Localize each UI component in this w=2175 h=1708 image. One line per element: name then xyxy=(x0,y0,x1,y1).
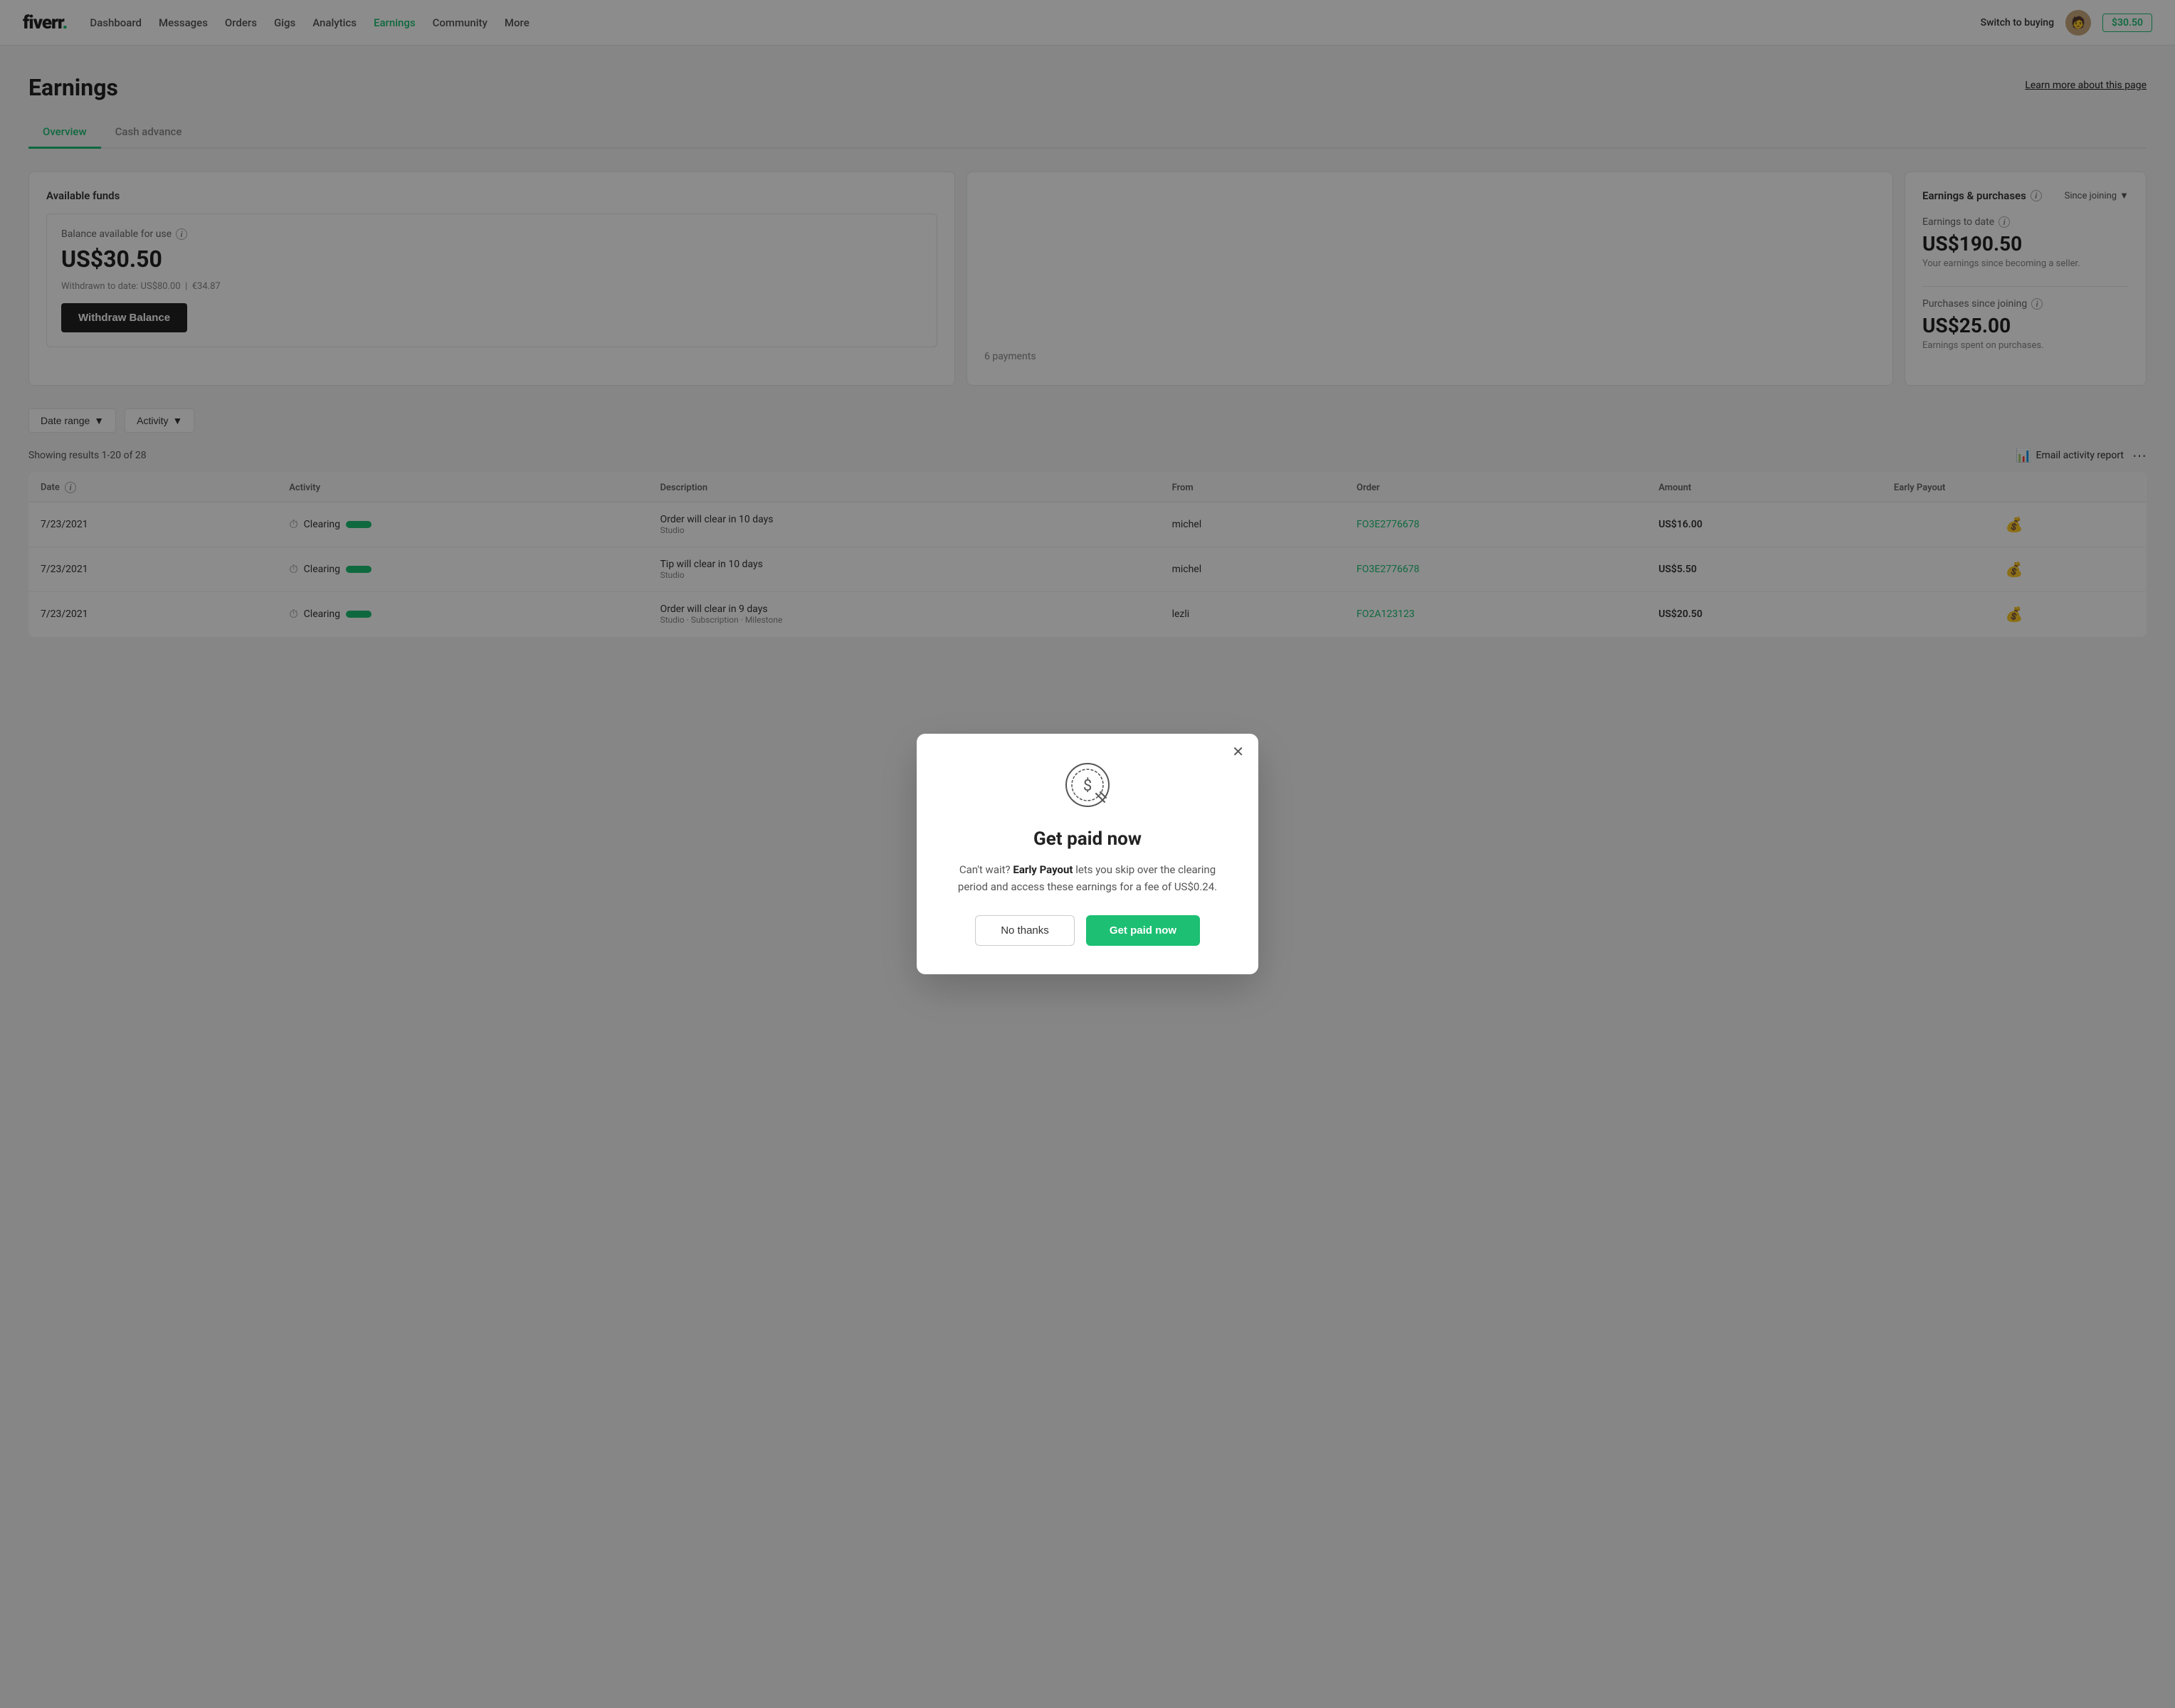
modal-title: Get paid now xyxy=(951,828,1224,850)
no-thanks-btn[interactable]: No thanks xyxy=(975,915,1075,946)
modal-icon: $ xyxy=(951,762,1224,817)
modal: ✕ $ Get paid now Can't wait? Early Payou… xyxy=(917,734,1258,974)
modal-body-bold: Early Payout xyxy=(1013,863,1073,876)
modal-body: Can't wait? Early Payout lets you skip o… xyxy=(951,861,1224,895)
modal-close-btn[interactable]: ✕ xyxy=(1232,745,1244,759)
modal-overlay: ✕ $ Get paid now Can't wait? Early Payou… xyxy=(0,0,2175,1708)
modal-buttons: No thanks Get paid now xyxy=(951,915,1224,946)
svg-text:$: $ xyxy=(1083,777,1092,795)
get-paid-now-btn[interactable]: Get paid now xyxy=(1086,915,1200,946)
